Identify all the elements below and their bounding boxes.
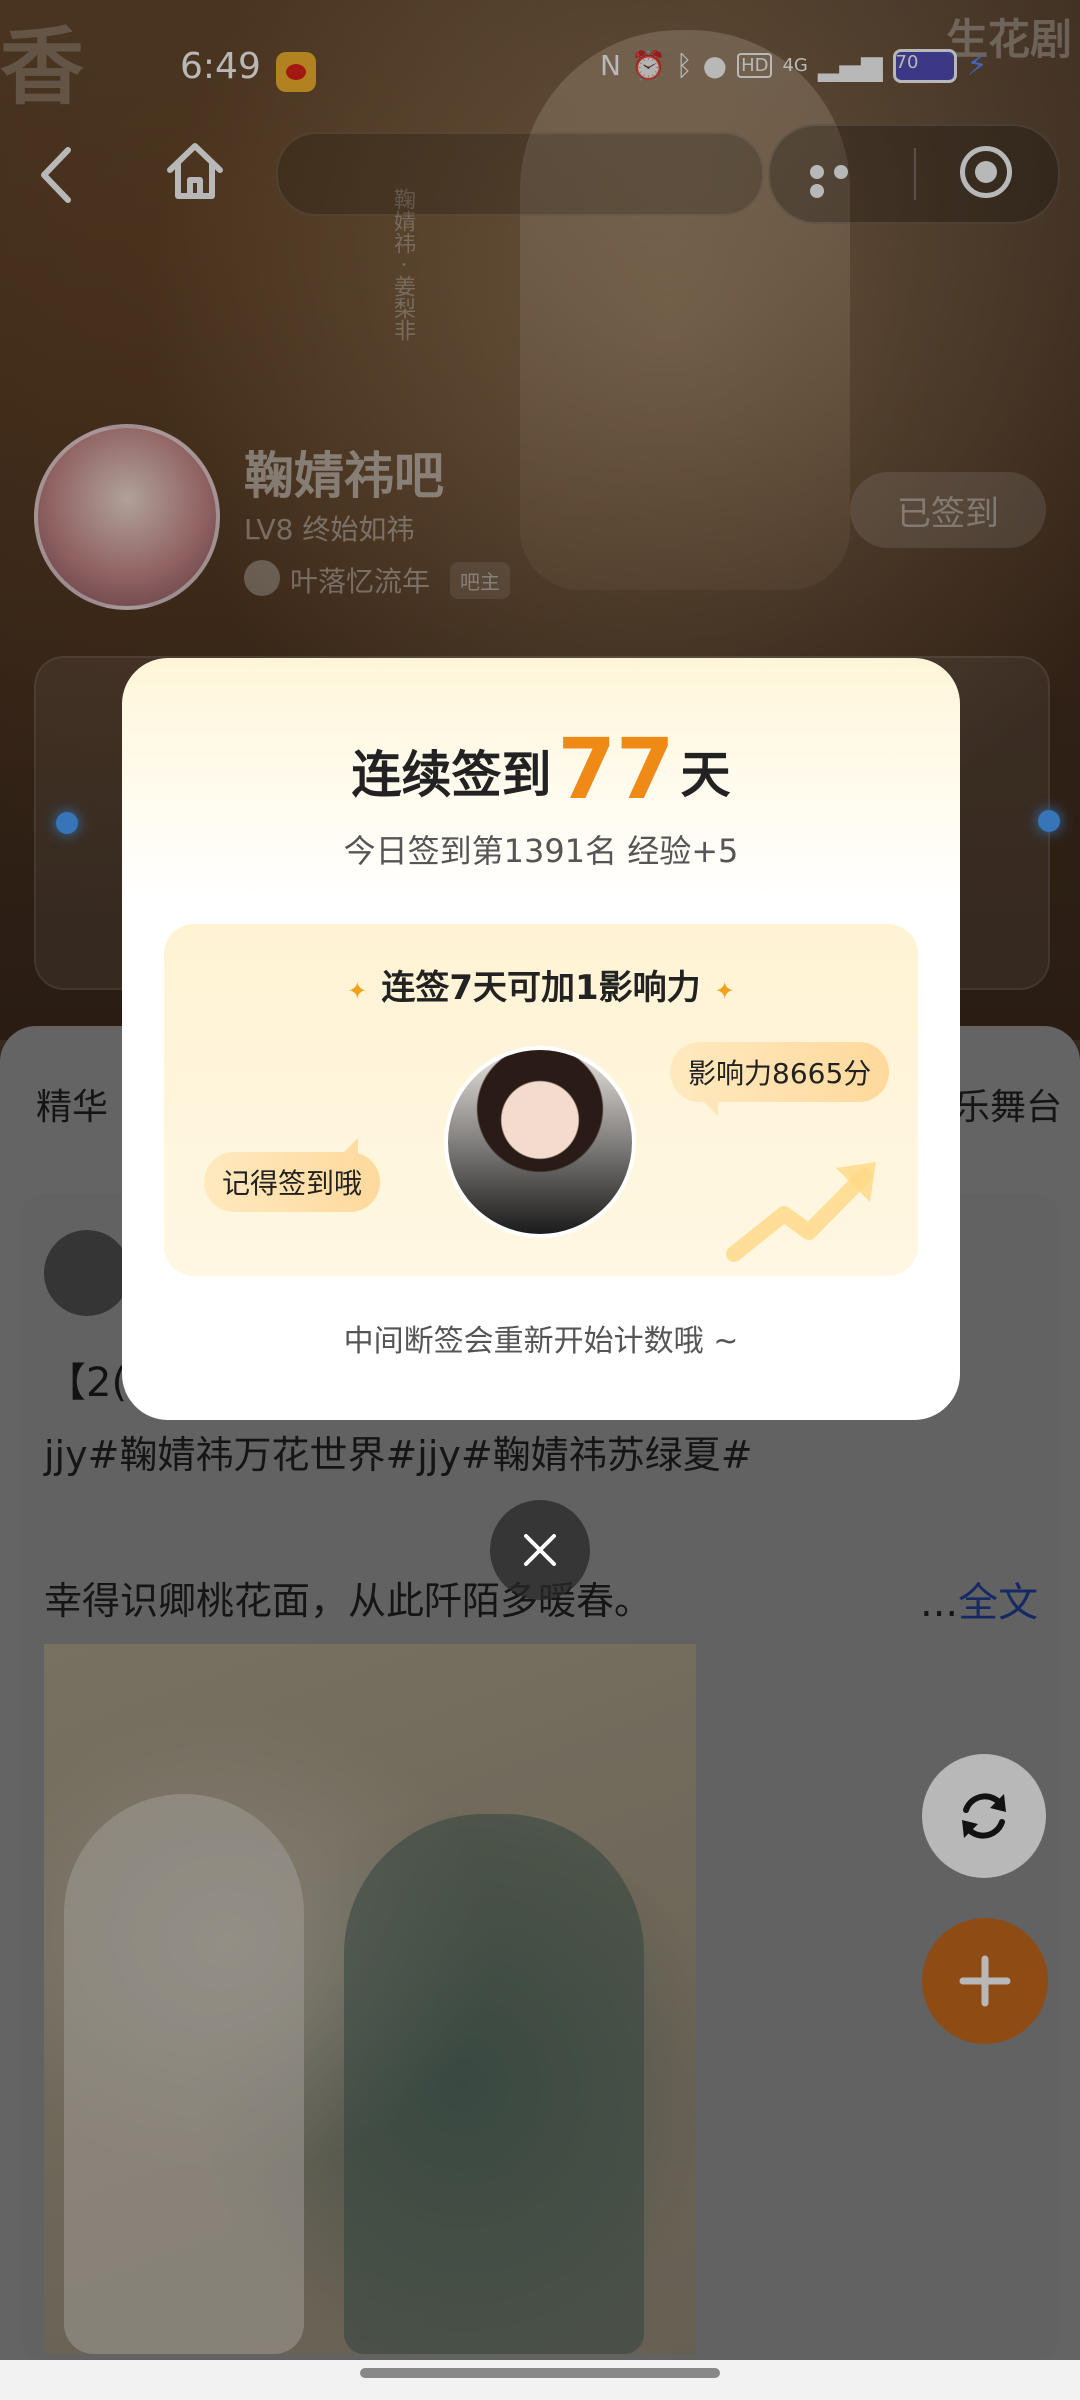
streak-heading: 连续签到77 天 [122,720,960,818]
influence-bubble: 影响力8665分 [670,1042,890,1116]
close-icon [524,1534,556,1566]
influence-card: ✦ 连签7天可加1影响力 ✦ 记得签到哦 影响力8665分 [164,924,918,1276]
celebrity-avatar [444,1046,636,1238]
reset-note: 中间断签会重新开始计数哦 ~ [343,1324,739,1359]
streak-days: 77 [557,720,675,818]
reminder-bubble: 记得签到哦 [204,1138,381,1212]
promo-text: 连签7天可加1影响力 [381,968,701,1008]
gesture-handle[interactable] [360,2368,720,2378]
trend-up-icon [726,1162,876,1262]
sparkle-icon: ✦ [347,977,368,1005]
checkin-rank: 今日签到第1391名 经验+5 [343,832,739,870]
navigation-bar [0,2360,1080,2400]
streak-prefix: 连续签到 [351,746,552,804]
sparkle-icon: ✦ [714,977,735,1005]
close-modal-button[interactable] [490,1500,590,1600]
streak-suffix: 天 [680,746,731,804]
checkin-modal: 连续签到77 天 今日签到第1391名 经验+5 ✦ 连签7天可加1影响力 ✦ 记得签… [122,658,960,1420]
promo-title: ✦ 连签7天可加1影响力 ✦ [164,960,918,1009]
